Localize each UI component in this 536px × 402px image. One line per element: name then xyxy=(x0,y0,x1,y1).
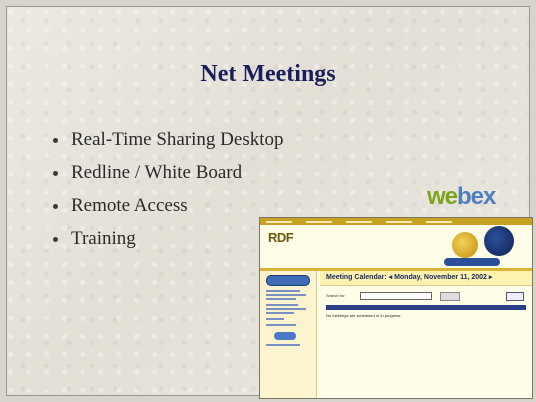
blue-globe-icon xyxy=(484,226,514,256)
search-button[interactable] xyxy=(440,292,460,301)
logout-button[interactable] xyxy=(274,332,296,340)
decorative-bar xyxy=(444,258,500,266)
bullet-item: Redline / White Board xyxy=(49,156,284,189)
webex-logo: webex xyxy=(427,183,496,210)
bullet-item: Real-Time Sharing Desktop xyxy=(49,123,284,156)
table-header-row xyxy=(326,305,526,310)
calendar-icons[interactable] xyxy=(506,292,524,301)
gold-globe-icon xyxy=(452,232,478,258)
nav-privacy[interactable] xyxy=(266,344,313,346)
bullet-item: Remote Access xyxy=(49,189,284,222)
slide-title: Net Meetings xyxy=(200,61,336,87)
sidebar xyxy=(260,271,317,398)
nav-attend[interactable] xyxy=(266,290,313,300)
calendar-header: Meeting Calendar: ◂ Monday, November 11,… xyxy=(320,271,532,286)
nav-setup[interactable] xyxy=(266,318,313,320)
bullet-list: Real-Time Sharing Desktop Redline / Whit… xyxy=(49,123,284,255)
search-input[interactable] xyxy=(360,292,432,300)
bullet-item: Training xyxy=(49,222,284,255)
no-meetings-message: No meetings are scheduled or in progress… xyxy=(326,313,402,318)
nav-assistance[interactable] xyxy=(266,324,313,326)
rdf-logo: RDF xyxy=(268,230,294,245)
search-label: Search for: xyxy=(326,293,346,298)
my-profile-button[interactable] xyxy=(266,275,310,286)
webex-screenshot: RDF Meeting Calendar: ◂ Monday, November… xyxy=(259,217,533,399)
main-panel: Meeting Calendar: ◂ Monday, November 11,… xyxy=(320,271,532,398)
top-nav-bar xyxy=(260,218,532,225)
nav-host[interactable] xyxy=(266,304,313,314)
presentation-slide: Net Meetings Real-Time Sharing Desktop R… xyxy=(6,6,533,399)
